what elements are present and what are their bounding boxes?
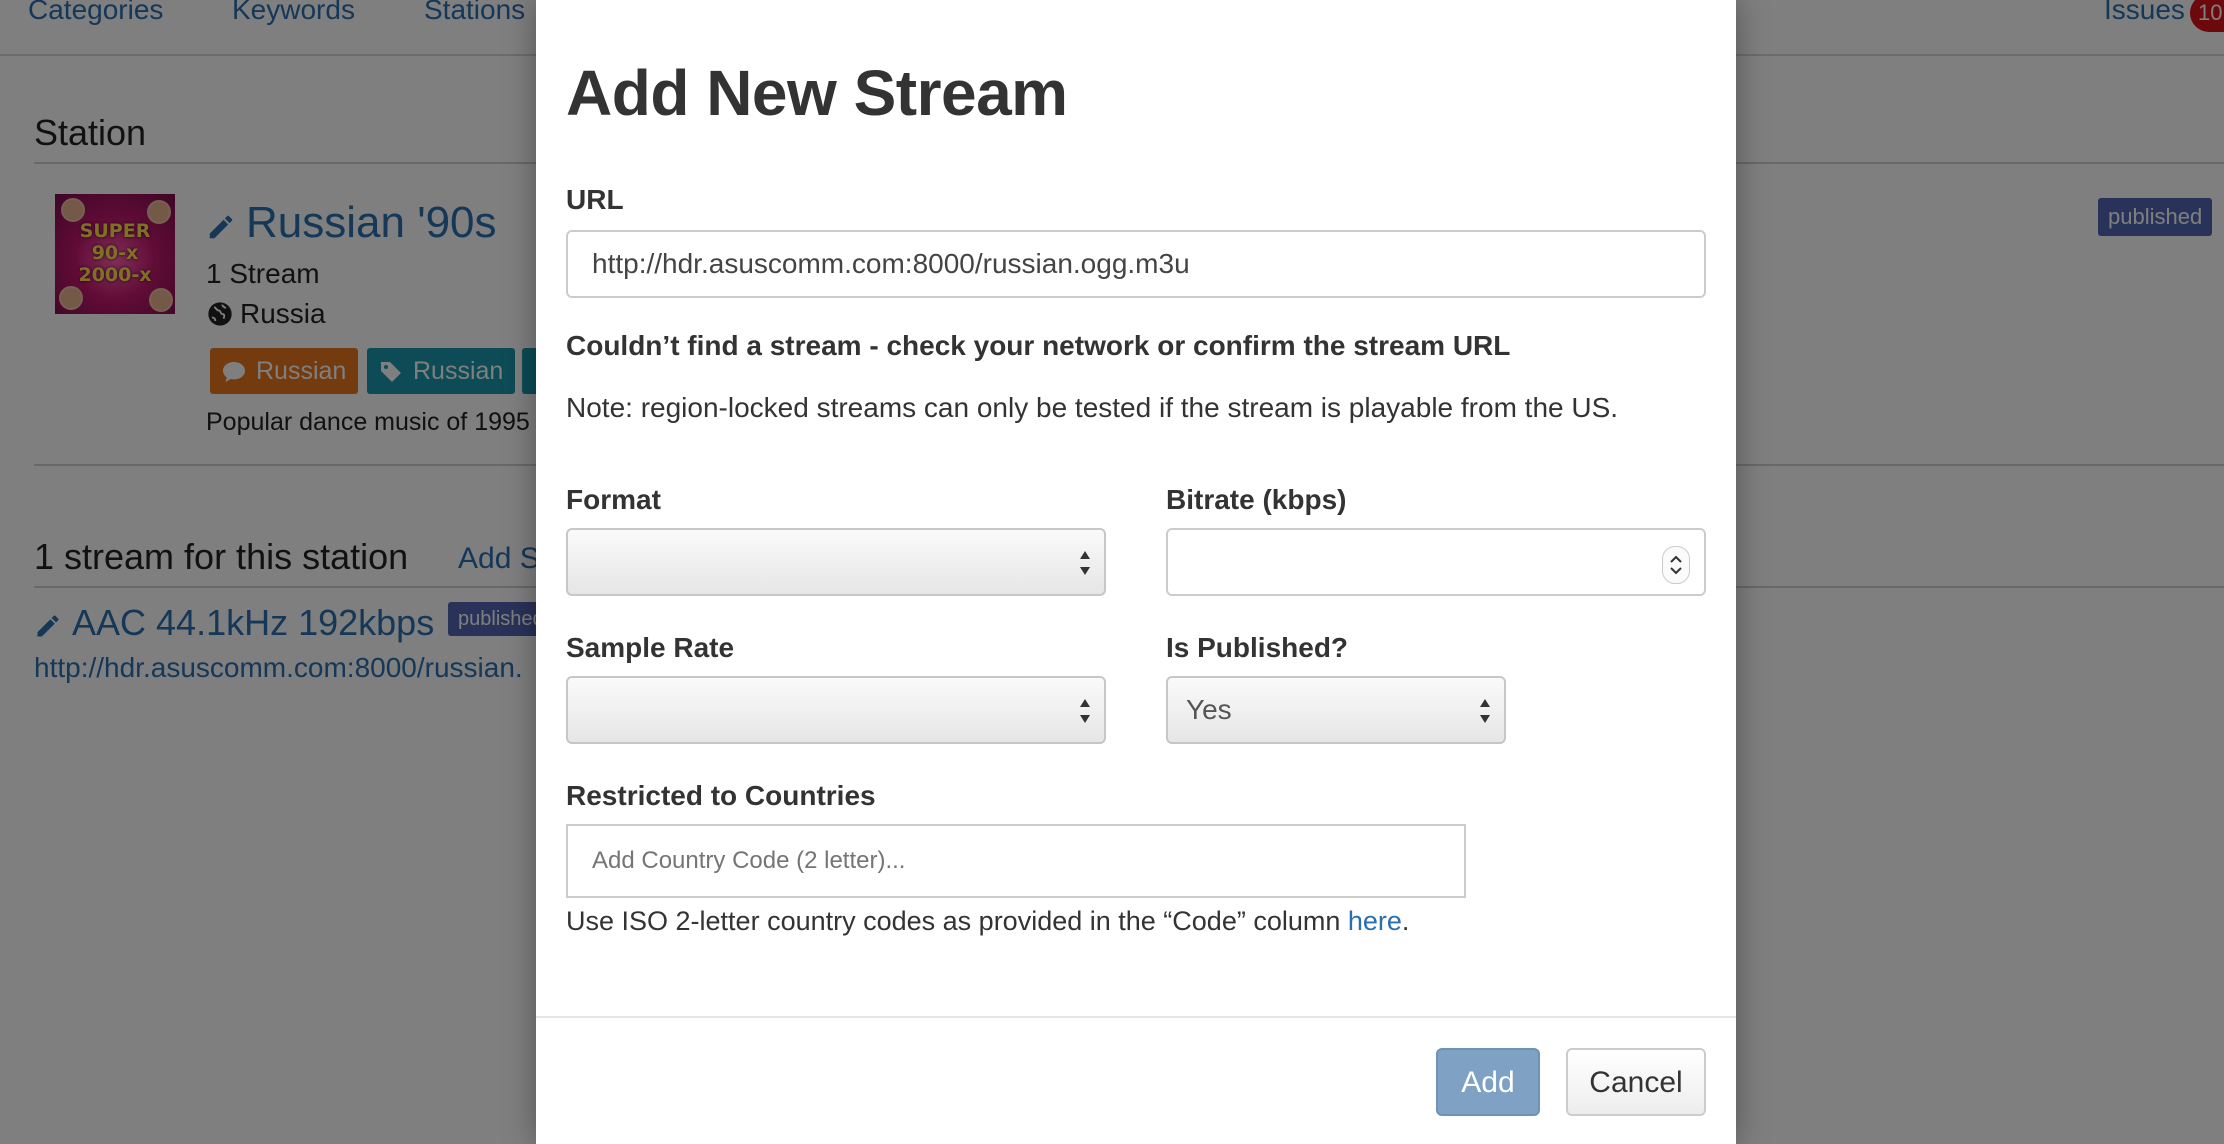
url-input[interactable] <box>566 230 1706 298</box>
help-text-after: . <box>1401 906 1410 936</box>
select-arrows-icon <box>1080 551 1090 575</box>
url-label: URL <box>566 184 624 215</box>
region-note: Note: region-locked streams can only be … <box>566 392 1619 423</box>
is-published-label: Is Published? <box>1166 632 1349 663</box>
format-select[interactable] <box>566 528 1106 596</box>
help-text-before: Use ISO 2-letter country codes as provid… <box>566 906 1348 936</box>
add-stream-modal: Add New Stream URL Couldn’t find a strea… <box>536 0 1736 1144</box>
bitrate-input[interactable] <box>1166 528 1706 596</box>
sample-rate-select[interactable] <box>566 676 1106 744</box>
format-label: Format <box>566 484 661 515</box>
number-spinner-icon[interactable] <box>1662 546 1690 584</box>
help-here-link[interactable]: here <box>1348 906 1402 936</box>
is-published-selected-value: Yes <box>1186 694 1232 725</box>
select-arrows-icon <box>1080 699 1090 723</box>
modal-title: Add New Stream <box>566 57 1068 129</box>
is-published-select[interactable]: Yes <box>1166 676 1506 744</box>
add-button[interactable]: Add <box>1436 1048 1540 1116</box>
cancel-button[interactable]: Cancel <box>1566 1048 1706 1116</box>
bitrate-label: Bitrate (kbps) <box>1166 484 1347 515</box>
stream-error-message: Couldn’t find a stream - check your netw… <box>566 330 1511 361</box>
countries-label: Restricted to Countries <box>566 780 876 811</box>
select-arrows-icon <box>1480 699 1490 723</box>
country-code-input[interactable] <box>566 824 1466 898</box>
modal-footer-divider <box>536 1016 1736 1018</box>
country-help-text: Use ISO 2-letter country codes as provid… <box>566 906 1409 937</box>
sample-rate-label: Sample Rate <box>566 632 735 663</box>
